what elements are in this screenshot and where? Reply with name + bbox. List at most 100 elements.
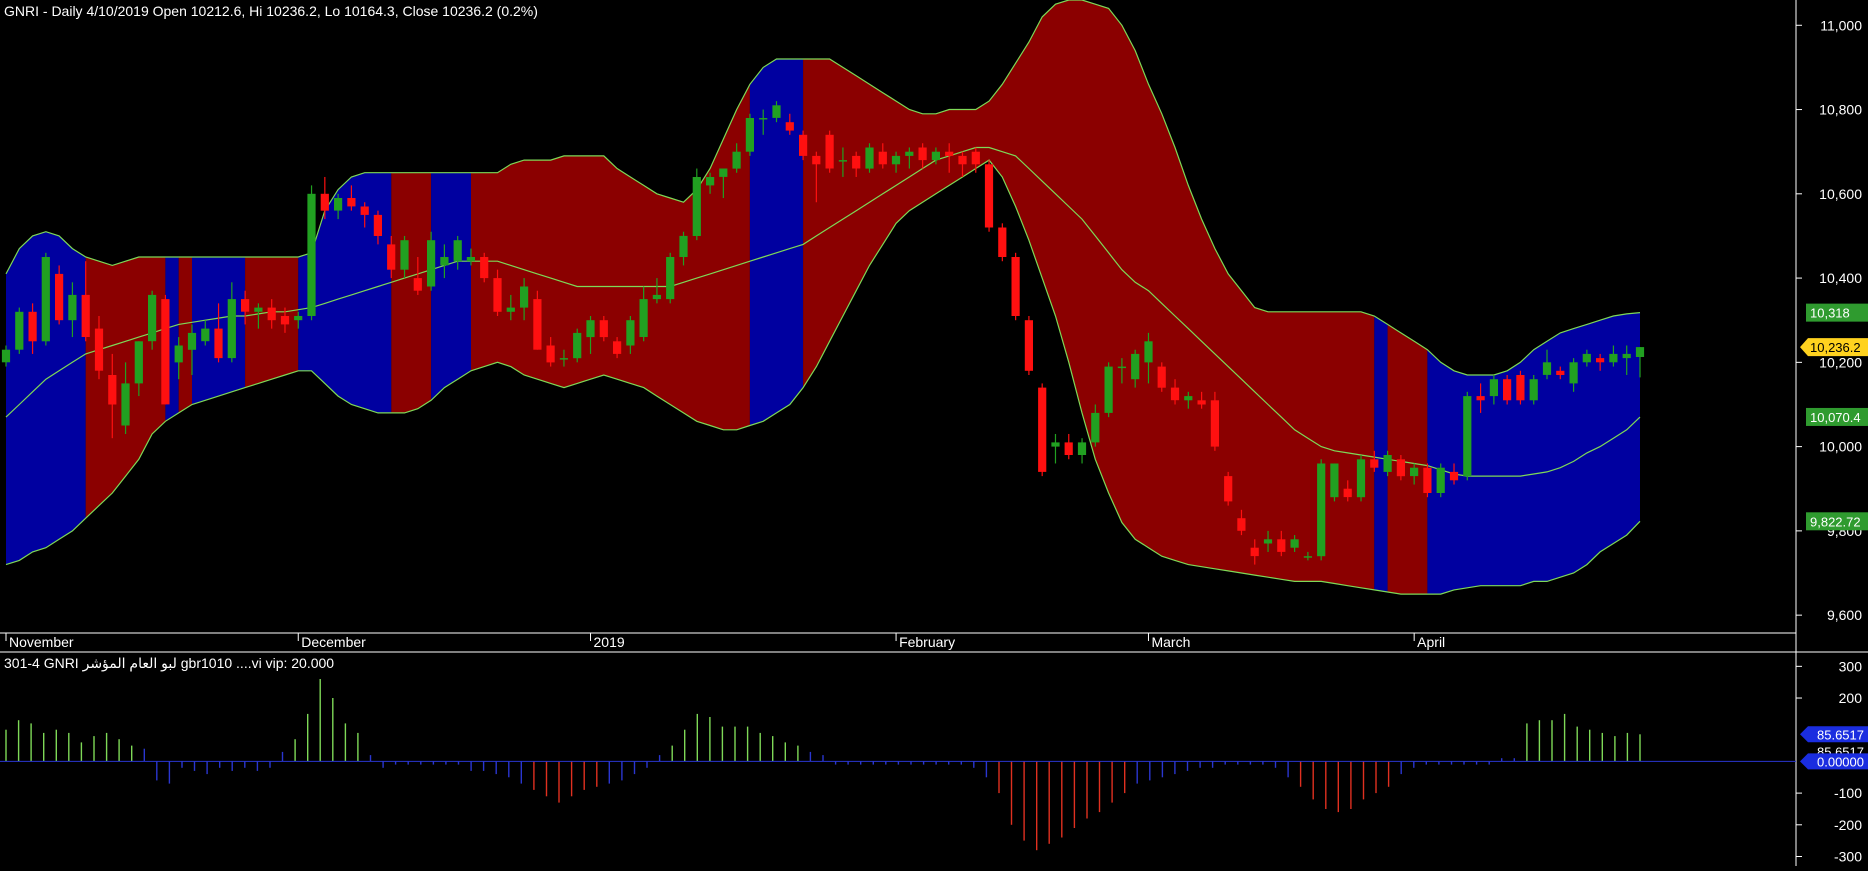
candle-body [1556, 370, 1565, 375]
candle-body [493, 278, 502, 312]
candle-body [55, 273, 64, 321]
candle-body [161, 299, 170, 405]
candle-body [1542, 362, 1552, 375]
candle-body [1635, 347, 1645, 357]
candle-body [1449, 471, 1459, 481]
candle-body [586, 320, 595, 338]
candle-body [692, 177, 701, 236]
candle-body [1489, 379, 1498, 397]
candle-body [878, 151, 887, 165]
band-fill-upper-7 [391, 172, 432, 283]
candle-body [1423, 467, 1432, 493]
candle-body [480, 257, 489, 279]
candle-body [1596, 358, 1605, 363]
candle-body [1370, 459, 1379, 468]
candle-body [546, 345, 555, 363]
candle-body [400, 240, 409, 270]
y-tick-label: 9,600 [1827, 607, 1862, 623]
candle-body [187, 332, 197, 350]
price-badge-label: 10,318 [1810, 306, 1850, 321]
candle-body [254, 307, 263, 312]
candle-body [945, 151, 954, 156]
candle-body [1396, 459, 1405, 477]
candle-body [1184, 396, 1193, 401]
candle-body [267, 307, 276, 321]
candle-body [1064, 442, 1073, 455]
candle-body [520, 286, 529, 308]
candle-body [732, 151, 741, 169]
candle-body [81, 294, 90, 337]
x-tick-label: 2019 [594, 634, 625, 650]
x-tick-label: February [899, 634, 955, 650]
band-fill-lower-12 [1374, 457, 1388, 592]
x-tick-label: December [301, 634, 366, 650]
candle-body [1503, 379, 1512, 401]
candle-body [1356, 459, 1366, 498]
indicator-y-tick-label: 300 [1839, 658, 1863, 674]
candle-body [1263, 539, 1273, 544]
candle-body [958, 155, 967, 165]
candle-body [1104, 366, 1113, 413]
candle-body [1077, 442, 1087, 455]
candle-body [626, 320, 635, 346]
candle-body [453, 240, 462, 262]
candle-body [971, 151, 980, 165]
candle-body [294, 316, 303, 321]
candle-body [679, 235, 688, 257]
candle-body [1330, 463, 1339, 498]
candle-body [613, 341, 622, 354]
candle-body [918, 147, 927, 161]
candle-body [1622, 353, 1631, 359]
candle-body [440, 257, 449, 266]
indicator-y-tick-label: -300 [1834, 848, 1862, 864]
candle-body [1131, 353, 1140, 380]
candle-body [28, 311, 37, 342]
candle-body [891, 155, 901, 165]
candle-body [599, 320, 608, 338]
candle-body [201, 328, 210, 342]
candle-body [799, 134, 808, 156]
candle-body [639, 299, 648, 337]
candle-body [666, 257, 675, 300]
candle-body [94, 328, 104, 371]
candle-body [1038, 387, 1047, 472]
indicator-y-tick-label: -100 [1834, 785, 1862, 801]
band-fill-upper-3 [178, 257, 192, 325]
candle-body [1516, 375, 1525, 401]
chart-canvas: 9,6009,80010,00010,20010,40010,60010,800… [0, 0, 1868, 866]
candle-body [307, 193, 316, 316]
band-fill-upper-10 [749, 59, 804, 262]
candle-body [559, 358, 568, 360]
candle-body [825, 134, 834, 169]
band-fill-lower-13 [1387, 459, 1428, 595]
candle-body [1436, 467, 1445, 493]
chart-root: 9,600 9,800 10,000 10,200 10,400 10,600 10,800… [0, 0, 1868, 866]
price-badge-label: 10,236.2 [1810, 340, 1861, 355]
candle-body [334, 198, 343, 211]
indicator-badge-label: 85.6517 [1817, 727, 1864, 742]
candle-body [1210, 400, 1219, 447]
candle-body [1117, 366, 1126, 369]
candle-body [931, 151, 940, 161]
candle-body [719, 168, 728, 177]
y-tick-label: 10,000 [1819, 439, 1862, 455]
candle-body [533, 299, 542, 350]
candle-body [1303, 556, 1312, 558]
chart-title: GNRI - Daily 4/10/2019 Open 10212.6, Hi … [4, 3, 538, 19]
candle-body [1569, 362, 1578, 384]
candle-body [1170, 387, 1180, 401]
candle-body [148, 294, 157, 342]
candle-body [134, 341, 143, 384]
candle-body [214, 328, 223, 359]
band-fill-upper-12 [1374, 316, 1388, 460]
candle-body [652, 294, 661, 300]
candle-body [1582, 353, 1591, 363]
candle-body [41, 257, 50, 342]
candle-body [1317, 463, 1326, 557]
candle-body [466, 257, 475, 262]
candle-body [1476, 396, 1485, 401]
candle-body [1250, 547, 1259, 557]
x-tick-label: March [1151, 634, 1190, 650]
candle-body [121, 383, 130, 426]
y-tick-label: 10,400 [1819, 270, 1862, 286]
